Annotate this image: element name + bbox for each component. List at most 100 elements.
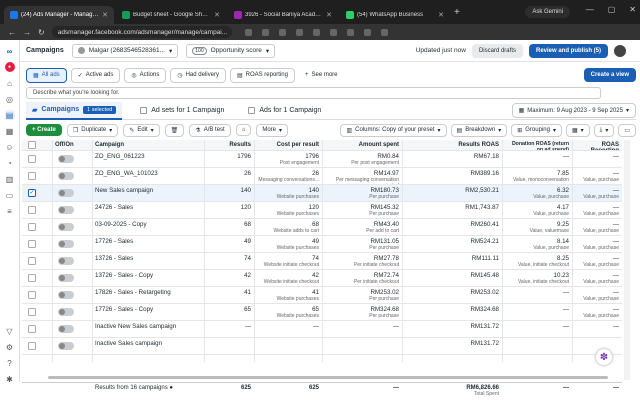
on-off-toggle[interactable]	[58, 308, 74, 316]
browser-tab[interactable]: Budget sheet - Google Sheets ✕	[116, 6, 226, 24]
on-off-toggle[interactable]	[58, 257, 74, 265]
back-icon[interactable]: ←	[8, 28, 16, 37]
roas-filter[interactable]: ▤ ROAS reporting	[229, 67, 295, 83]
minimize-icon[interactable]: —	[586, 5, 594, 14]
column-header[interactable]: Off/On	[55, 142, 74, 148]
row-checkbox[interactable]	[28, 172, 36, 180]
maximize-icon[interactable]: ▢	[608, 5, 616, 14]
see-more-button[interactable]: + See more	[298, 69, 344, 81]
select-all-checkbox[interactable]	[28, 141, 36, 149]
layout-button[interactable]: ▭	[618, 123, 636, 137]
account-selector[interactable]: Malgar (2683546528361... ▾	[71, 43, 179, 58]
billing-icon[interactable]: ▭	[5, 190, 15, 200]
bookmark-item[interactable]	[363, 28, 371, 36]
row-checkbox[interactable]	[28, 274, 36, 282]
row-checkbox[interactable]	[28, 342, 36, 350]
all-ads-filter[interactable]: ▦ All ads	[26, 67, 67, 83]
campaign-name[interactable]: 13726 - Sales - Copy	[95, 272, 153, 279]
assistant-icon[interactable]: ✽	[596, 349, 612, 365]
tag-button[interactable]: ⌂	[235, 124, 252, 136]
column-divider[interactable]	[322, 140, 323, 362]
on-off-toggle[interactable]	[58, 325, 74, 333]
column-header[interactable]: ROAS Reporting	[591, 142, 619, 150]
column-header[interactable]: Campaign	[95, 142, 124, 148]
bookmark-item[interactable]	[312, 28, 320, 36]
bug-icon[interactable]: ✱	[5, 374, 15, 384]
help-icon[interactable]: ?	[5, 358, 15, 368]
bookmark-item[interactable]	[261, 28, 269, 36]
browser-tab[interactable]: (24) Ads Manager - Manage A ✕	[4, 6, 114, 24]
ab-test-button[interactable]: ⚗ A/B test	[189, 123, 231, 137]
new-tab-icon[interactable]: +	[450, 7, 464, 18]
duplicate-button[interactable]: ❐ Duplicate ▾	[66, 123, 119, 137]
avatar[interactable]	[614, 44, 626, 57]
megaphone-icon[interactable]: ◔	[5, 158, 15, 168]
bookmark-item[interactable]	[295, 28, 303, 36]
campaign-name[interactable]: Inactive Sales campaign	[95, 340, 162, 347]
date-range-picker[interactable]: ▦ Maximum: 9 Aug 2023 - 9 Sep 2025 ▾	[511, 103, 636, 118]
row-checkbox[interactable]	[28, 257, 36, 265]
campaigns-icon[interactable]: ▤	[4, 110, 15, 120]
column-divider[interactable]	[204, 140, 205, 362]
column-divider[interactable]	[254, 140, 255, 362]
on-off-toggle[interactable]	[58, 274, 74, 282]
campaign-name[interactable]: 03-09-2025 - Copy	[95, 221, 147, 228]
reload-icon[interactable]: ↻	[38, 28, 45, 37]
row-checkbox[interactable]	[28, 223, 36, 231]
filter-icon[interactable]: ▽	[5, 326, 15, 336]
column-divider[interactable]	[52, 140, 53, 362]
notifications-icon[interactable]: ●	[4, 62, 15, 72]
campaign-name[interactable]: Inactive New Sales campaign	[95, 323, 176, 330]
campaign-name[interactable]: 13726 - Sales	[95, 255, 133, 262]
home-icon[interactable]: ⌂	[5, 78, 15, 88]
close-tab-icon[interactable]: ✕	[102, 11, 108, 19]
on-off-toggle[interactable]	[58, 342, 74, 350]
column-divider[interactable]	[572, 140, 573, 362]
column-divider[interactable]	[402, 140, 403, 362]
bookmark-item[interactable]	[346, 28, 354, 36]
column-divider[interactable]	[502, 140, 503, 362]
delete-button[interactable]: 🗑	[164, 123, 185, 137]
url-field[interactable]: adsmanager.facebook.com/adsmanager/manag…	[51, 26, 232, 38]
row-checkbox[interactable]	[28, 155, 36, 163]
forward-icon[interactable]: →	[23, 28, 31, 37]
close-window-icon[interactable]: ✕	[629, 5, 636, 14]
breakdown-button[interactable]: ▤ Breakdown ▾	[450, 123, 508, 137]
settings-icon[interactable]: ⚙	[5, 342, 15, 352]
close-tab-icon[interactable]: ✕	[214, 11, 220, 19]
campaign-name[interactable]: 24726 - Sales	[95, 204, 133, 211]
opportunity-score[interactable]: 100 Opportunity score ▾	[186, 43, 276, 58]
meta-logo-icon[interactable]: ∞	[5, 46, 15, 56]
on-off-toggle[interactable]	[58, 189, 74, 197]
row-checkbox[interactable]	[28, 291, 36, 299]
on-off-toggle[interactable]	[58, 240, 74, 248]
campaign-name[interactable]: 17726 - Sales - Copy	[95, 306, 153, 313]
tab-campaigns[interactable]: ▰ Campaigns 1 selected	[26, 101, 123, 120]
selected-badge[interactable]: 1 selected	[83, 105, 117, 114]
audience-icon[interactable]: ☺	[5, 142, 15, 152]
had-delivery-filter[interactable]: ◷ Had delivery	[170, 67, 226, 83]
columns-button[interactable]: ▥ Columns: Copy of your preset ▾	[340, 123, 447, 137]
create-view-button[interactable]: Create a view	[583, 68, 636, 82]
on-off-toggle[interactable]	[58, 172, 74, 180]
column-divider[interactable]	[92, 140, 93, 362]
row-checkbox[interactable]	[28, 325, 36, 333]
review-publish-button[interactable]: Review and publish (5)	[528, 43, 608, 58]
row-checkbox[interactable]	[28, 240, 36, 248]
column-header[interactable]: Results ROAS	[458, 142, 499, 148]
close-tab-icon[interactable]: ✕	[438, 11, 444, 19]
ask-gemini-button[interactable]: Ask Gemini	[525, 6, 570, 18]
column-header[interactable]: Cost per result	[277, 142, 319, 148]
bookmark-item[interactable]	[244, 28, 252, 36]
info-icon[interactable]: ●	[169, 385, 173, 391]
on-off-toggle[interactable]	[58, 291, 74, 299]
more-button[interactable]: More ▾	[256, 123, 289, 137]
grouping-button[interactable]: ⊞ Grouping ▾	[511, 123, 562, 137]
chart-icon[interactable]: ▥	[5, 174, 15, 184]
row-checkbox[interactable]	[28, 206, 36, 214]
close-tab-icon[interactable]: ✕	[326, 11, 332, 19]
campaign-name[interactable]: ZO_ENG_WA_101023	[95, 170, 158, 177]
browser-tab[interactable]: (54) WhatsApp Business ✕	[340, 6, 450, 24]
export-button[interactable]: ⤓ ▾	[593, 123, 615, 137]
edit-button[interactable]: ✎ Edit ▾	[123, 123, 160, 137]
